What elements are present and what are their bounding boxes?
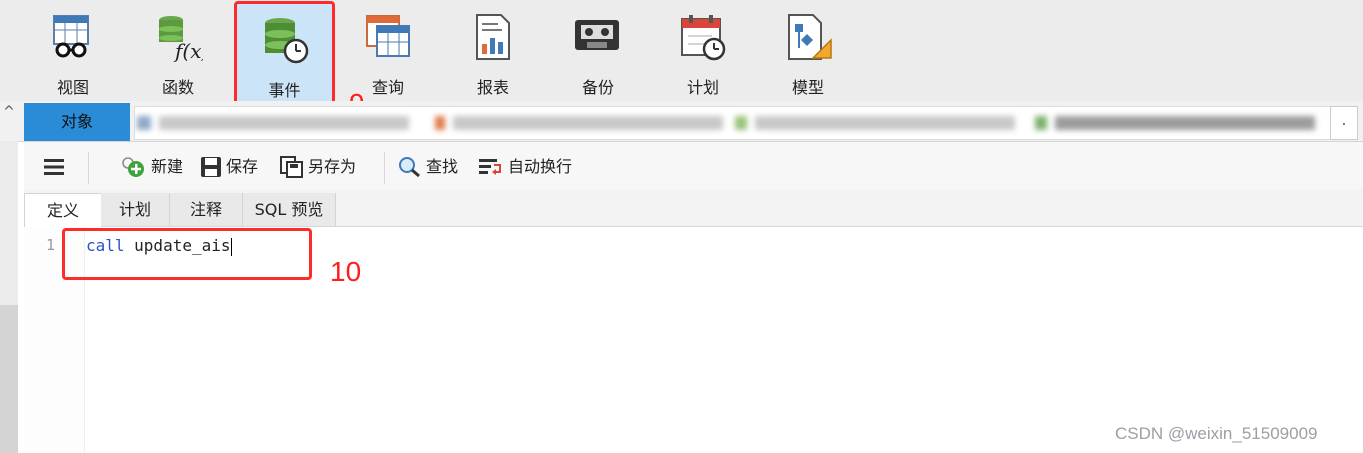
left-scrollbar-thumb[interactable] bbox=[0, 305, 18, 453]
new-button[interactable]: 新建 bbox=[121, 152, 183, 182]
schedule-icon bbox=[681, 15, 726, 61]
watermark: CSDN @weixin_51509009 bbox=[1115, 424, 1318, 443]
ribbon-view-label: 视图 bbox=[56, 78, 89, 97]
tab-overflow-button[interactable]: . bbox=[1330, 106, 1358, 140]
backup-icon bbox=[575, 20, 619, 50]
ribbon-report-label: 报表 bbox=[476, 78, 509, 97]
tab-schedule[interactable]: 计划 bbox=[101, 193, 170, 226]
new-icon bbox=[122, 157, 144, 177]
query-icon bbox=[366, 15, 410, 57]
view-icon bbox=[53, 15, 89, 58]
save-as-label: 另存为 bbox=[308, 157, 357, 176]
event-icon bbox=[264, 18, 308, 64]
ribbon-function-button[interactable]: f(x) 函数 bbox=[130, 4, 226, 102]
find-button[interactable]: 查找 bbox=[398, 152, 458, 182]
save-button[interactable]: 保存 bbox=[200, 152, 258, 182]
ribbon-schedule-button[interactable]: 计划 bbox=[655, 4, 751, 102]
tab-comment[interactable]: 注释 bbox=[170, 193, 243, 226]
tab-objects[interactable]: 对象 bbox=[24, 103, 130, 141]
open-object-tabs-blurred bbox=[134, 106, 1332, 140]
word-wrap-icon bbox=[479, 159, 501, 175]
function-icon: f(x) bbox=[159, 16, 203, 62]
ribbon-backup-label: 备份 bbox=[581, 78, 614, 97]
save-as-button[interactable]: 另存为 bbox=[280, 152, 356, 182]
ribbon-event-label: 事件 bbox=[268, 81, 301, 100]
ribbon-function-label: 函数 bbox=[161, 78, 194, 97]
model-icon bbox=[788, 14, 832, 60]
search-icon bbox=[399, 157, 420, 178]
collapse-up-icon[interactable]: ^ bbox=[0, 104, 18, 126]
tab-definition[interactable]: 定义 bbox=[24, 193, 102, 228]
save-label: 保存 bbox=[226, 157, 259, 176]
report-icon bbox=[476, 14, 510, 60]
save-icon bbox=[201, 157, 221, 177]
ribbon-report-button[interactable]: 报表 bbox=[445, 4, 541, 102]
ribbon-backup-button[interactable]: 备份 bbox=[550, 4, 646, 102]
ribbon-event-button[interactable]: 事件 bbox=[234, 1, 335, 109]
ribbon-schedule-label: 计划 bbox=[686, 78, 719, 97]
find-label: 查找 bbox=[426, 157, 459, 176]
annotation-step-10: 10 bbox=[330, 256, 362, 287]
ribbon-model-button[interactable]: 模型 bbox=[760, 4, 856, 102]
toolbar-separator bbox=[88, 152, 89, 184]
toolbar-separator bbox=[384, 152, 385, 184]
ribbon-view-button[interactable]: 视图 bbox=[25, 4, 121, 102]
ribbon-model-label: 模型 bbox=[791, 78, 824, 97]
menu-icon bbox=[44, 159, 64, 175]
svg-text:f(x): f(x) bbox=[173, 39, 203, 62]
line-number: 1 bbox=[46, 236, 56, 254]
new-label: 新建 bbox=[151, 157, 184, 176]
word-wrap-label: 自动换行 bbox=[508, 157, 573, 176]
save-as-icon bbox=[280, 156, 303, 178]
menu-button[interactable] bbox=[44, 152, 68, 182]
tab-sql-preview[interactable]: SQL 预览 bbox=[243, 193, 336, 226]
word-wrap-button[interactable]: 自动换行 bbox=[478, 152, 572, 182]
annotation-highlight-box bbox=[62, 228, 312, 280]
